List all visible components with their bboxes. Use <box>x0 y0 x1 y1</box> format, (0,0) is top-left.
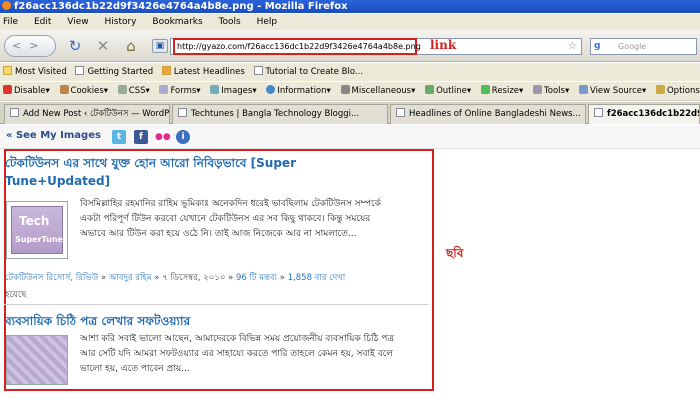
post-1-title-line1: টেকটিউনস এর সাথে যুক্ত হোন আরো নিবিড়ভাবে… <box>5 156 296 170</box>
menu-view[interactable]: View <box>67 17 88 27</box>
page-icon <box>396 108 405 117</box>
dev-forms[interactable]: Forms▾ <box>159 85 201 96</box>
back-forward-buttons[interactable]: <> <box>4 35 56 57</box>
address-bar[interactable]: http://gyazo.com/f26acc136dc1b22d9f3426e… <box>170 38 582 55</box>
search-box[interactable]: g Google <box>590 38 697 55</box>
home-icon[interactable]: ⌂ <box>122 36 140 56</box>
window-title: f26acc136dc1b22d9f3426e4764a4b8e.png - M… <box>14 1 348 12</box>
menu-file[interactable]: File <box>3 17 18 27</box>
tab-bar: Add New Post ‹ টেকটিউনস — WordPress Tech… <box>0 102 700 124</box>
navigation-toolbar: <> ↻ ✕ ⌂ ▣ http://gyazo.com/f26acc136dc1… <box>0 30 700 62</box>
menu-bar: File Edit View History Bookmarks Tools H… <box>0 14 700 30</box>
stop-icon[interactable]: ✕ <box>94 36 112 56</box>
image-annotation: ছবি <box>446 246 464 260</box>
dev-cookies[interactable]: Cookies▾ <box>59 85 108 96</box>
post-1-categories[interactable]: টেকটিউনস রিসোর্স, রিভিউ <box>5 273 98 283</box>
facebook-icon[interactable]: f <box>134 130 148 144</box>
post-1-views: 1,858 বার দেখা <box>287 273 346 283</box>
dev-outline[interactable]: Outline▾ <box>425 85 471 96</box>
menu-history[interactable]: History <box>104 17 136 27</box>
tab-add-new-post[interactable]: Add New Post ‹ টেকটিউনস — WordPress <box>4 104 170 124</box>
post-1-meta: টেকটিউনস রিসোর্স, রিভিউ » আবদুর রহিম » ৭… <box>5 273 346 283</box>
dev-resize[interactable]: Resize▾ <box>480 85 523 96</box>
wordpress-icon <box>10 108 19 117</box>
post-1-comments[interactable]: 96 টি মন্তব্য <box>236 273 277 283</box>
techtunes-logo: Tech SuperTune <box>11 206 63 254</box>
dev-information[interactable]: Information▾ <box>266 85 331 96</box>
firefox-icon <box>2 1 11 10</box>
post-2-thumbnail[interactable] <box>6 335 68 385</box>
twitter-icon[interactable]: t <box>112 130 126 144</box>
tab-gyazo-image[interactable]: f26acc136dc1b22d9f3... <box>588 104 700 124</box>
post-1-thumbnail[interactable]: Tech SuperTune <box>6 201 68 259</box>
bookmark-most-visited[interactable]: Most Visited <box>3 66 67 77</box>
post-2-excerpt: আশা করি সবাই ভালো আছেন, আমাদেরকে বিভিন্ন… <box>80 334 395 374</box>
image-icon <box>594 108 603 117</box>
post-1-title-line2: Tune+Updated] <box>5 174 111 188</box>
bookmark-tutorial[interactable]: Tutorial to Create Blo... <box>253 66 363 77</box>
search-placeholder: Google <box>618 42 647 51</box>
web-developer-toolbar: Disable▾ Cookies▾ CSS▾ Forms▾ Images▾ In… <box>0 82 700 101</box>
page-icon <box>253 66 263 75</box>
dev-images[interactable]: Images▾ <box>210 85 257 96</box>
tools-icon <box>533 85 543 94</box>
back-arrow-icon[interactable]: < <box>12 39 29 52</box>
tab-headlines[interactable]: Headlines of Online Bangladeshi News... <box>390 104 586 124</box>
forward-arrow-icon[interactable]: > <box>29 39 46 52</box>
menu-help[interactable]: Help <box>257 17 278 27</box>
see-my-images-link[interactable]: « See My Images <box>6 130 101 141</box>
dev-css[interactable]: CSS▾ <box>117 85 150 96</box>
info-icon[interactable]: i <box>176 130 190 144</box>
dev-view-source[interactable]: View Source▾ <box>578 85 646 96</box>
flickr-icon[interactable]: ●● <box>155 130 171 144</box>
misc-icon <box>340 85 350 94</box>
dev-disable[interactable]: Disable▾ <box>3 85 50 96</box>
post-1-excerpt: বিসমিল্লাহির রহমানির রাহিম ভূমিকাঃ অনেকদ… <box>80 199 381 239</box>
resize-icon <box>480 85 490 94</box>
url-text: http://gyazo.com/f26acc136dc1b22d9f3426e… <box>177 42 421 51</box>
dev-tools[interactable]: Tools▾ <box>533 85 569 96</box>
google-icon[interactable]: g <box>594 41 606 52</box>
post-1-title[interactable]: টেকটিউনস এর সাথে যুক্ত হোন আরো নিবিড়ভাবে… <box>5 154 296 190</box>
post-2-title[interactable]: ব্যবসায়িক চিঠি পত্র লেখার সফটওয়্যার <box>5 312 190 330</box>
post-1-author[interactable]: আবদুর রহিম <box>109 273 152 283</box>
menu-tools[interactable]: Tools <box>219 17 241 27</box>
outline-icon <box>425 85 435 94</box>
disable-icon <box>3 85 12 94</box>
link-annotation: link <box>430 38 457 52</box>
menu-edit[interactable]: Edit <box>34 17 51 27</box>
post-1-date: ৭ ডিসেম্বর, ২০১০ <box>162 273 226 283</box>
bookmark-star-icon[interactable]: ☆ <box>568 39 577 54</box>
window-title-bar: f26acc136dc1b22d9f3426e4764a4b8e.png - M… <box>0 0 700 13</box>
info-icon <box>266 85 276 94</box>
gyazo-page-bar: « See My Images t f ●● i <box>0 125 700 149</box>
post-divider <box>4 304 428 305</box>
source-icon <box>578 85 588 94</box>
bookmark-latest-headlines[interactable]: Latest Headlines <box>161 66 245 77</box>
options-icon <box>655 85 665 94</box>
tab-techtunes[interactable]: Techtunes | Bangla Technology Bloggi... <box>172 104 388 124</box>
images-icon <box>210 85 220 94</box>
screenshot-content: ছবি টেকটিউনস এর সাথে যুক্ত হোন আরো নিবিড়… <box>0 149 700 414</box>
reload-icon[interactable]: ↻ <box>66 36 84 56</box>
bookmarks-toolbar: Most Visited Getting Started Latest Head… <box>0 63 700 81</box>
dev-miscellaneous[interactable]: Miscellaneous▾ <box>340 85 415 96</box>
site-identity-icon[interactable]: ▣ <box>152 39 168 53</box>
post-1-meta-cont: হয়েছে <box>5 290 27 300</box>
bookmark-icon <box>3 66 12 75</box>
css-icon <box>117 85 127 94</box>
page-icon <box>75 66 85 75</box>
cookie-icon <box>59 85 69 94</box>
forms-icon <box>159 85 169 94</box>
bookmark-getting-started[interactable]: Getting Started <box>75 66 153 77</box>
rss-icon <box>161 66 171 75</box>
dev-options[interactable]: Options▾ <box>655 85 700 96</box>
techtunes-icon <box>178 108 187 117</box>
menu-bookmarks[interactable]: Bookmarks <box>152 17 202 27</box>
